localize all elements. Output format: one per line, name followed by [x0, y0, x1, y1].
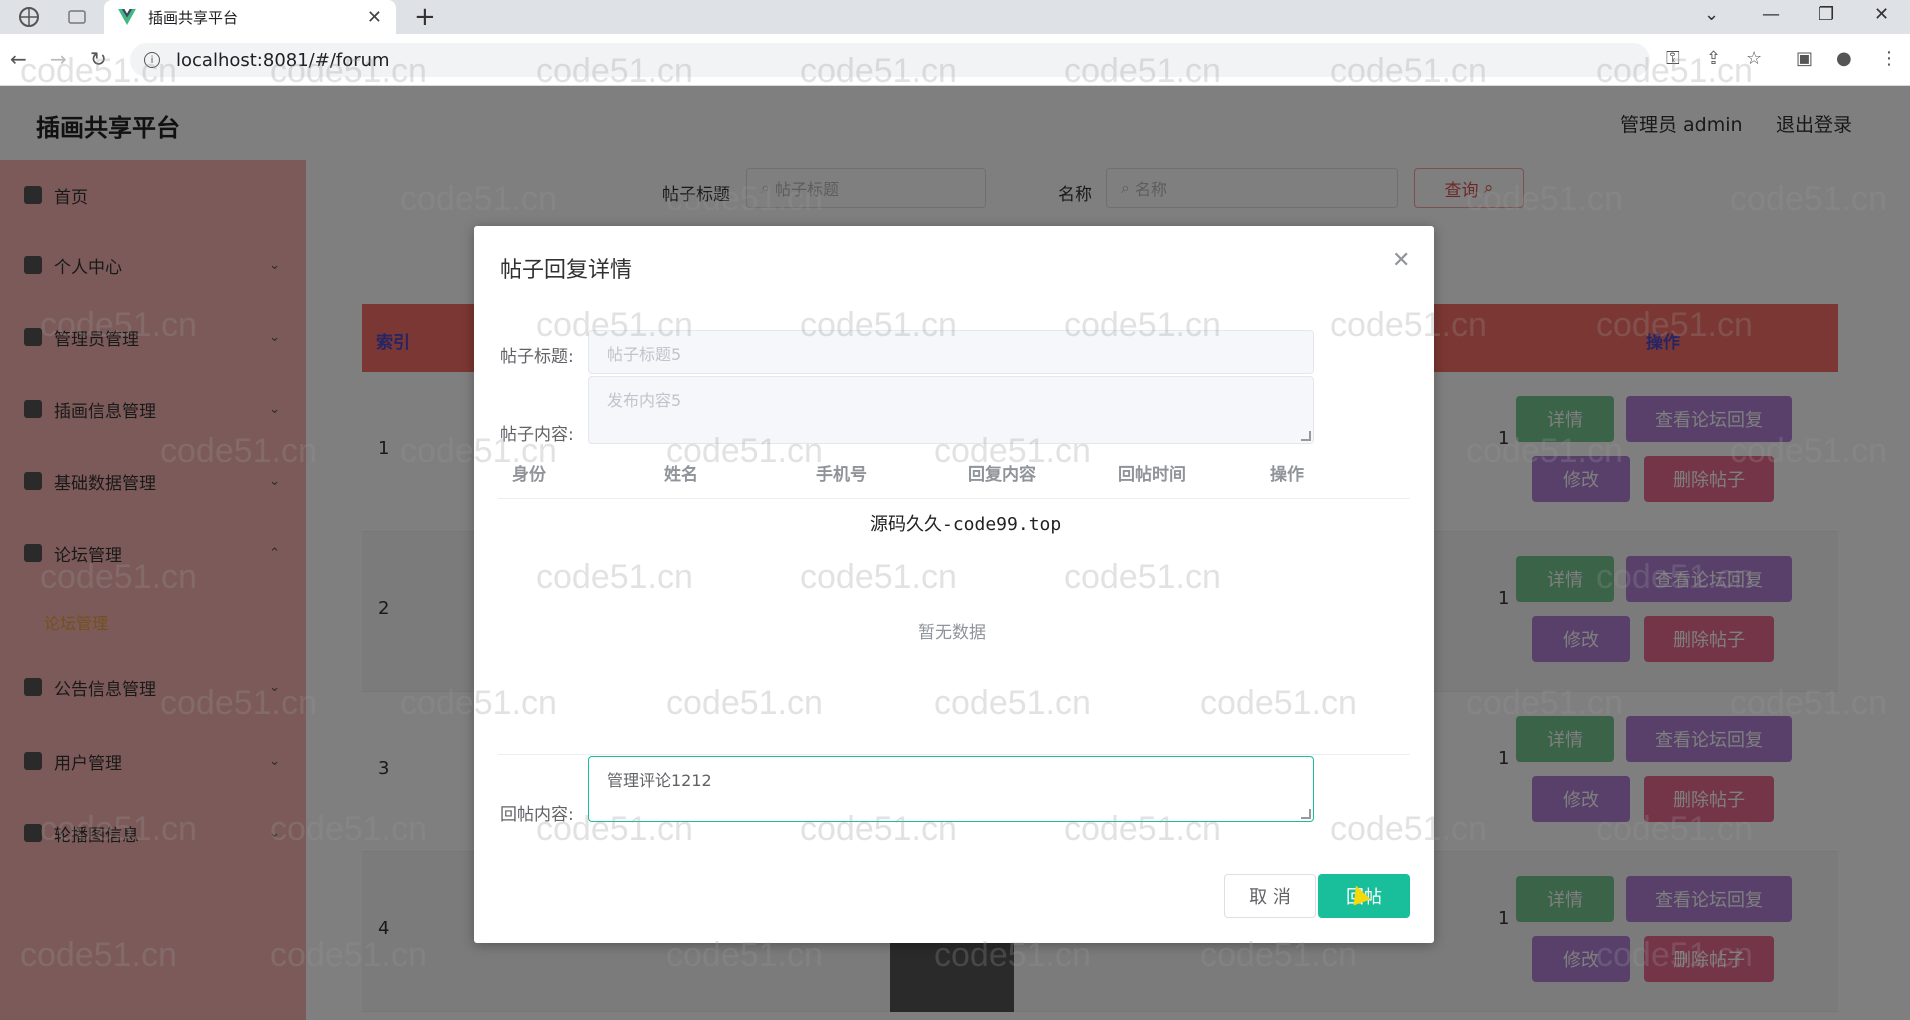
minimize-icon[interactable]: — — [1762, 4, 1780, 25]
sidepanel-icon[interactable]: ▣ — [1796, 48, 1813, 69]
post-content-field[interactable]: 发布内容5 — [588, 376, 1314, 444]
chevron-down-icon[interactable]: ⌄ — [1704, 4, 1719, 25]
close-icon[interactable]: ✕ — [1392, 248, 1410, 273]
tab-title: 插画共享平台 — [148, 8, 239, 27]
reply-label: 回帖内容: — [500, 805, 574, 825]
share-icon[interactable]: ⇪ — [1706, 48, 1721, 69]
resize-handle-icon[interactable] — [1301, 809, 1311, 819]
address-bar: ← → ↻ i localhost:8081/#/forum ⚿ ⇪ ☆ ▣ ●… — [0, 34, 1910, 86]
post-content-label: 帖子内容: — [500, 425, 574, 445]
col-phone: 手机号 — [816, 465, 867, 485]
tab-active[interactable]: 插画共享平台 ✕ — [104, 0, 396, 34]
window-close-icon[interactable]: ✕ — [1874, 4, 1889, 25]
post-title-field[interactable]: 帖子标题5 — [588, 330, 1314, 374]
source-note: 源码久久-code99.top — [870, 514, 1062, 535]
site-icon[interactable] — [18, 6, 40, 28]
url-input[interactable]: i localhost:8081/#/forum — [130, 43, 1650, 77]
empty-text: 暂无数据 — [918, 623, 986, 643]
post-content-value: 发布内容5 — [607, 391, 682, 410]
divider — [498, 498, 1410, 499]
dialog-title: 帖子回复详情 — [500, 258, 633, 283]
reply-value: 管理评论1212 — [607, 771, 712, 790]
col-name: 姓名 — [664, 465, 698, 485]
new-tab-icon[interactable]: + — [414, 2, 436, 32]
col-reply-content: 回复内容 — [968, 465, 1036, 485]
divider — [498, 754, 1410, 755]
back-icon[interactable]: ← — [10, 47, 27, 71]
col-reply-time: 回帖时间 — [1118, 465, 1186, 485]
info-icon[interactable]: i — [144, 52, 160, 68]
vue-logo-icon — [118, 9, 136, 25]
star-icon[interactable]: ☆ — [1746, 48, 1762, 69]
resize-handle-icon[interactable] — [1301, 431, 1311, 441]
tab-group-icon[interactable] — [66, 6, 88, 28]
reply-detail-dialog: 帖子回复详情 ✕ 帖子标题: 帖子标题5 帖子内容: 发布内容5 身份 姓名 手… — [474, 226, 1434, 943]
reply-input[interactable]: 管理评论1212 — [588, 756, 1314, 822]
key-icon[interactable]: ⚿ — [1666, 48, 1680, 69]
more-icon[interactable]: ⋮ — [1880, 48, 1898, 69]
tab-close-icon[interactable]: ✕ — [367, 7, 382, 28]
col-identity: 身份 — [512, 465, 546, 485]
cancel-button[interactable]: 取 消 — [1224, 874, 1316, 918]
col-operation: 操作 — [1270, 465, 1304, 485]
forward-icon[interactable]: → — [50, 47, 67, 71]
restore-icon[interactable]: ❐ — [1818, 4, 1834, 25]
reload-icon[interactable]: ↻ — [90, 47, 107, 71]
profile-icon[interactable]: ● — [1836, 48, 1852, 69]
url-text: localhost:8081/#/forum — [176, 49, 390, 71]
post-title-label: 帖子标题: — [500, 347, 574, 367]
browser-tab-bar: 插画共享平台 ✕ + ⌄ — ❐ ✕ — [0, 0, 1910, 34]
